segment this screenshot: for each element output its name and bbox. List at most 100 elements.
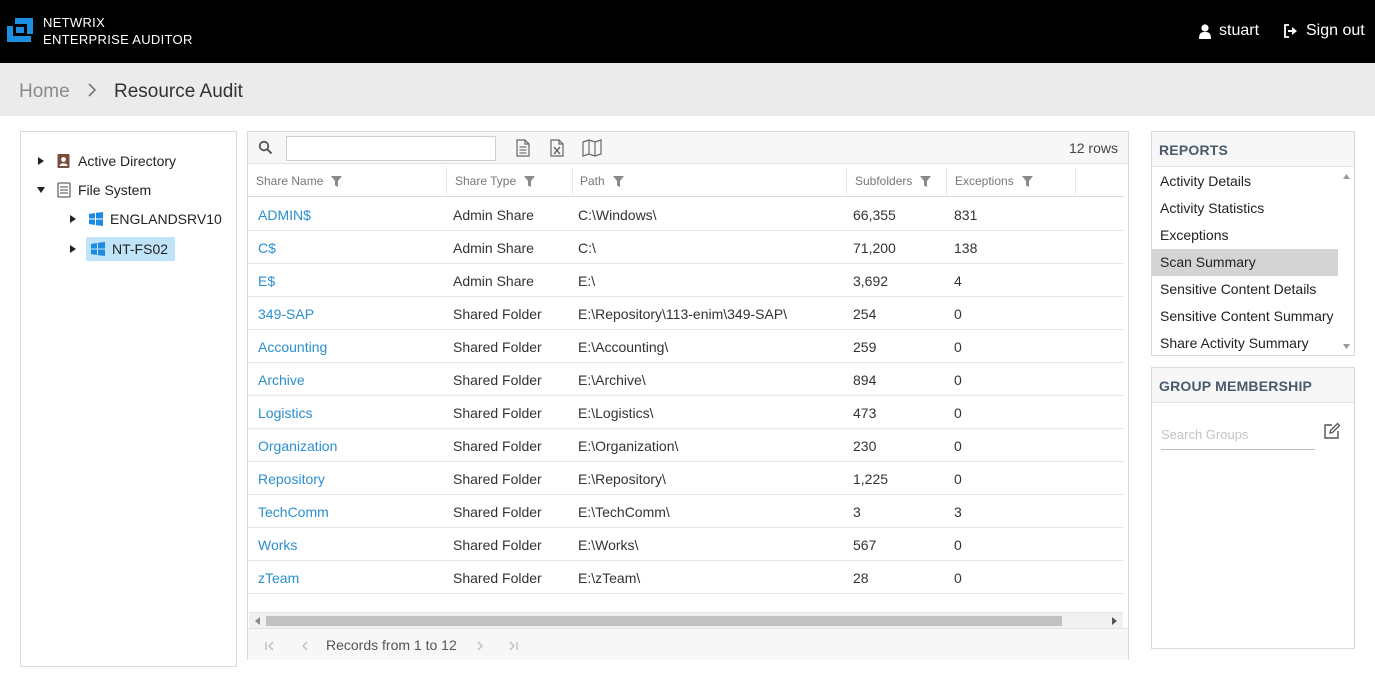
table-row[interactable]: Archive Shared Folder E:\Archive\ 894 0 [248,363,1124,396]
netwrix-logo-icon[interactable] [5,16,35,44]
tree-item-selected[interactable]: NT-FS02 [86,237,176,261]
last-page-icon[interactable] [506,639,520,653]
user-menu[interactable]: stuart [1199,22,1259,40]
column-divider[interactable] [572,167,573,195]
table-row[interactable]: Repository Shared Folder E:\Repository\ … [248,462,1124,495]
address-book-icon [57,154,70,168]
column-label: Exceptions [955,174,1014,188]
tree-item-nt-fs02[interactable]: NT-FS02 [68,237,176,261]
column-divider[interactable] [846,167,847,195]
table-row[interactable]: Organization Shared Folder E:\Organizati… [248,429,1124,462]
breadcrumb-home-link[interactable]: Home [19,81,70,103]
share-name-link[interactable]: Archive [258,372,305,388]
sign-out-button[interactable]: Sign out [1283,22,1365,40]
report-item-activity-statistics[interactable]: Activity Statistics [1152,195,1338,222]
user-name: stuart [1219,22,1260,39]
exceptions-cell: 0 [954,438,962,454]
report-item-sensitive-content-details[interactable]: Sensitive Content Details [1152,276,1338,303]
column-header-share-type[interactable]: Share Type [455,174,536,188]
subfolders-cell: 259 [853,339,877,355]
share-name-link[interactable]: Works [258,537,297,553]
caret-right-icon[interactable] [68,244,78,254]
tree-item-label: ENGLANDSRV10 [110,211,222,227]
table-row[interactable]: E$ Admin Share E:\ 3,692 4 [248,264,1124,297]
column-header-exceptions[interactable]: Exceptions [955,174,1033,188]
grid-header: Share Name Share Type Path Subfolders Ex… [248,165,1124,197]
scroll-down-icon[interactable] [1342,342,1351,351]
reports-scrollbar[interactable] [1339,168,1354,354]
report-item-share-activity-summary[interactable]: Share Activity Summary [1152,330,1338,357]
share-name-link[interactable]: TechComm [258,504,329,520]
path-cell: E:\Repository\113-enim\349-SAP\ [578,306,788,322]
column-header-subfolders[interactable]: Subfolders [855,174,932,188]
search-groups-input[interactable] [1161,420,1315,450]
share-name-link[interactable]: 349-SAP [258,306,314,322]
share-name-link[interactable]: C$ [258,240,276,256]
path-cell: C:\Windows\ [578,207,657,223]
share-type-cell: Shared Folder [453,537,542,553]
export-excel-icon[interactable] [548,139,566,157]
previous-page-icon[interactable] [298,639,312,653]
scroll-up-icon[interactable] [1342,172,1351,181]
report-item-scan-summary[interactable]: Scan Summary [1152,249,1338,276]
scroll-left-icon[interactable] [253,616,263,626]
share-name-link[interactable]: Repository [258,471,325,487]
caret-right-icon[interactable] [36,156,46,166]
tree-item-active-directory[interactable]: Active Directory [36,150,176,172]
column-header-path[interactable]: Path [580,174,624,188]
share-name-link[interactable]: Organization [258,438,337,454]
table-row[interactable]: C$ Admin Share C:\ 71,200 138 [248,231,1124,264]
caret-right-icon[interactable] [68,214,78,224]
column-divider[interactable] [446,167,447,195]
column-divider[interactable] [1075,167,1076,195]
brand-line-1: NETWRIX [43,15,106,30]
column-header-share-name[interactable]: Share Name [256,174,343,188]
report-item-exceptions[interactable]: Exceptions [1152,222,1338,249]
table-row[interactable]: Works Shared Folder E:\Works\ 567 0 [248,528,1124,561]
filter-icon[interactable] [1021,175,1033,187]
path-cell: E:\Works\ [578,537,639,553]
grid-body: ADMIN$ Admin Share C:\Windows\ 66,355 83… [248,198,1124,594]
table-row[interactable]: 349-SAP Shared Folder E:\Repository\113-… [248,297,1124,330]
table-row[interactable]: Accounting Shared Folder E:\Accounting\ … [248,330,1124,363]
horizontal-scrollbar[interactable] [249,612,1123,628]
caret-down-icon[interactable] [36,185,46,195]
next-page-icon[interactable] [473,639,487,653]
grid-search-input[interactable] [286,136,496,161]
scroll-right-icon[interactable] [1109,616,1119,626]
share-name-link[interactable]: zTeam [258,570,299,586]
subfolders-cell: 66,355 [853,207,896,223]
report-item-sensitive-content-summary[interactable]: Sensitive Content Summary [1152,303,1338,330]
table-row[interactable]: ADMIN$ Admin Share C:\Windows\ 66,355 83… [248,198,1124,231]
search-icon[interactable] [258,140,273,155]
filter-icon[interactable] [920,175,932,187]
subfolders-cell: 473 [853,405,877,421]
share-name-link[interactable]: ADMIN$ [258,207,311,223]
share-name-link[interactable]: Logistics [258,405,312,421]
tree-item-file-system[interactable]: File System [36,179,151,201]
filter-icon[interactable] [612,175,624,187]
share-type-cell: Shared Folder [453,570,542,586]
pager: Records from 1 to 12 [248,628,1128,660]
export-document-icon[interactable] [514,139,532,157]
tree-item-englandsrv10[interactable]: ENGLANDSRV10 [68,208,222,230]
table-row[interactable]: TechComm Shared Folder E:\TechComm\ 3 3 [248,495,1124,528]
tree-item-label: File System [78,182,152,198]
exceptions-cell: 0 [954,372,962,388]
scrollbar-thumb[interactable] [266,616,1062,626]
column-label: Share Type [455,174,517,188]
grid-toolbar: 12 rows [248,132,1128,164]
column-divider[interactable] [946,167,947,195]
table-row[interactable]: Logistics Shared Folder E:\Logistics\ 47… [248,396,1124,429]
share-name-link[interactable]: E$ [258,273,275,289]
edit-icon[interactable] [1323,422,1341,440]
filter-icon[interactable] [524,175,536,187]
share-name-link[interactable]: Accounting [258,339,327,355]
filter-icon[interactable] [331,175,343,187]
map-icon[interactable] [582,139,602,157]
report-item-activity-details[interactable]: Activity Details [1152,168,1338,195]
windows-icon [89,212,103,226]
table-row[interactable]: zTeam Shared Folder E:\zTeam\ 28 0 [248,561,1124,594]
first-page-icon[interactable] [263,639,277,653]
exceptions-cell: 0 [954,570,962,586]
